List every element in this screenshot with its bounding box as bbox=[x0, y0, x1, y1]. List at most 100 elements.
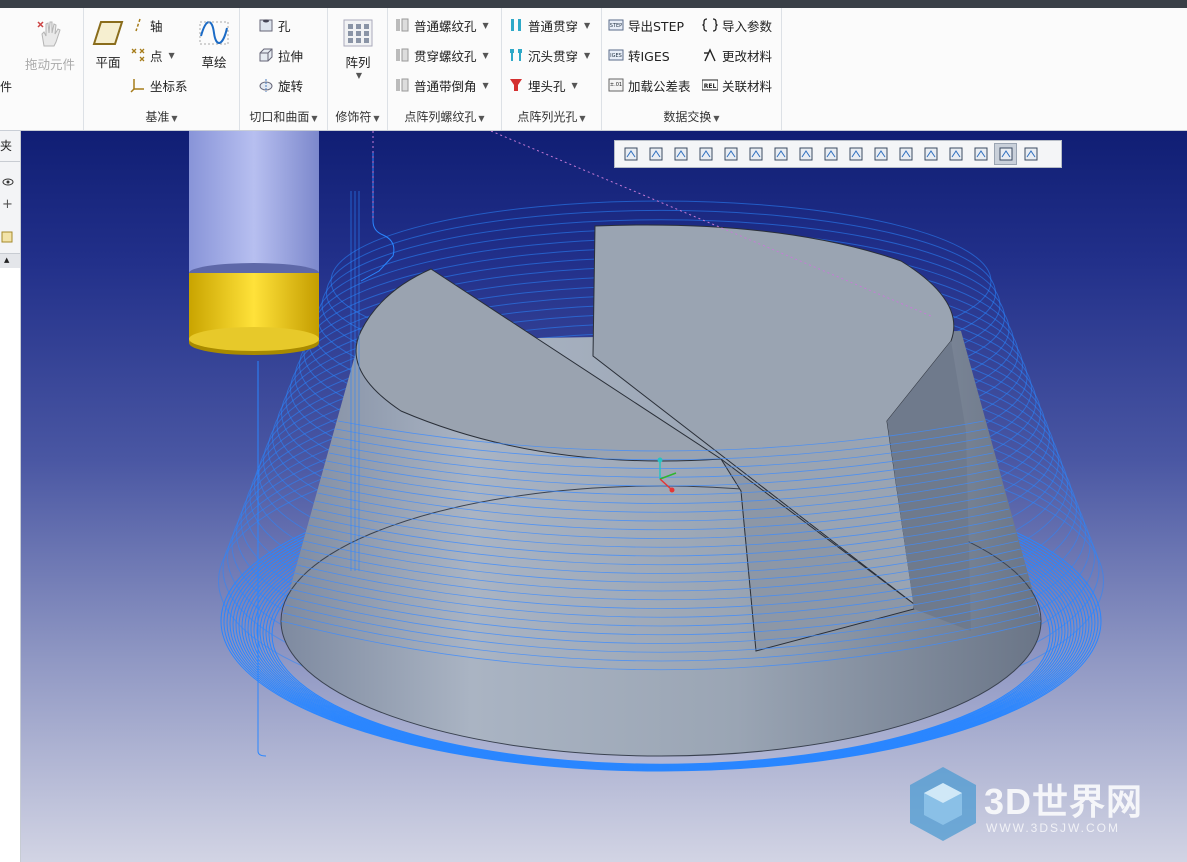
ribbon-group-data-exchange: STEP 导出STEP IGES 转IGES ±.01 加载公差表 导入参数 更改材料… bbox=[602, 8, 782, 130]
countersink-dropdown-icon[interactable]: ▼ bbox=[572, 81, 578, 90]
normal-thread-hole-label: 普通螺纹孔 bbox=[414, 18, 477, 34]
perspective-icon[interactable] bbox=[794, 143, 817, 165]
watermark: 3D世界网 WWW.3DSJW.COM bbox=[906, 765, 1176, 845]
ribbon: 件 拖动元件 平面 轴 点 ▼ 坐标系 草绘 基准 ▼ 孔 拉伸 旋转 切口和曲面 ▼… bbox=[0, 8, 1187, 131]
counterbore-through-button[interactable]: 沉头贯穿 ▼ bbox=[508, 44, 590, 66]
load-tolerance-label: 加载公差表 bbox=[628, 78, 691, 94]
chamfer-thread-hole-label: 普通带倒角 bbox=[414, 78, 477, 94]
plane-icon bbox=[92, 21, 124, 45]
data-exchange-group-title[interactable]: 数据交换 ▼ bbox=[602, 108, 781, 125]
step-icon: STEP bbox=[608, 19, 624, 31]
export-step-label: 导出STEP bbox=[628, 18, 685, 34]
shaded-icon[interactable] bbox=[719, 143, 742, 165]
param-icon bbox=[702, 18, 718, 32]
csys-display-icon[interactable] bbox=[919, 143, 942, 165]
left-cut-label: 件 bbox=[0, 80, 13, 94]
scroll-up-button[interactable]: ▲ bbox=[0, 253, 20, 269]
axis-display-icon[interactable] bbox=[869, 143, 892, 165]
link-material-label: 关联材料 bbox=[722, 78, 773, 94]
sketch-button[interactable]: 草绘 bbox=[194, 18, 234, 71]
view-manager-icon[interactable] bbox=[744, 143, 767, 165]
normal-through-button[interactable]: 普通贯穿 ▼ bbox=[508, 14, 590, 36]
repaint-icon[interactable] bbox=[694, 143, 717, 165]
toolpath-entry-line bbox=[360, 151, 395, 282]
top-menu-strip bbox=[0, 0, 1187, 8]
axis-button[interactable]: 轴 bbox=[130, 14, 163, 36]
cut-group-title[interactable]: 切口和曲面 ▼ bbox=[240, 108, 327, 125]
point-button[interactable]: 点 ▼ bbox=[130, 44, 175, 66]
counterbore-dropdown-icon[interactable]: ▼ bbox=[584, 51, 590, 60]
sidebar-tab-label[interactable]: 夹 bbox=[0, 137, 12, 154]
normal-thread-hole-button[interactable]: 普通螺纹孔 ▼ bbox=[394, 14, 489, 36]
through-thread-hole-label: 贯穿螺纹孔 bbox=[414, 48, 477, 64]
svg-text:STEP: STEP bbox=[610, 23, 622, 29]
hole-icon bbox=[259, 19, 273, 32]
pattern-button[interactable]: 阵列 ▼ bbox=[338, 18, 378, 80]
thread-group-title[interactable]: 点阵列螺纹孔 ▼ bbox=[388, 108, 501, 125]
hole-button[interactable]: 孔 bbox=[258, 14, 291, 36]
extrude-button[interactable]: 拉伸 bbox=[258, 44, 303, 66]
graphics-viewport[interactable] bbox=[21, 131, 1187, 862]
annotation-display-icon[interactable] bbox=[944, 143, 967, 165]
thread-hole-icon bbox=[396, 18, 409, 32]
point-dropdown-icon[interactable]: ▼ bbox=[169, 51, 175, 60]
pattern-dropdown-icon[interactable]: ▼ bbox=[340, 71, 378, 80]
chamfer-thread-dropdown-icon[interactable]: ▼ bbox=[483, 81, 489, 90]
part-icon[interactable] bbox=[1, 231, 13, 243]
through-thread-dropdown-icon[interactable]: ▼ bbox=[483, 51, 489, 60]
zoom-out-icon[interactable] bbox=[669, 143, 692, 165]
spin-center-icon[interactable] bbox=[969, 143, 992, 165]
csys-label: 坐标系 bbox=[150, 78, 188, 94]
countersink-icon bbox=[510, 79, 522, 91]
normal-through-dropdown-icon[interactable]: ▼ bbox=[584, 21, 590, 30]
through-hole-icon bbox=[511, 19, 521, 31]
sketch-label: 草绘 bbox=[201, 55, 227, 70]
datum-group-title[interactable]: 基准 ▼ bbox=[84, 108, 239, 125]
model-tree-sidebar: 夹 + ▲ bbox=[0, 131, 21, 862]
chamfer-hole-icon bbox=[396, 78, 409, 92]
smooth-group-title[interactable]: 点阵列光孔 ▼ bbox=[502, 108, 601, 125]
eye-icon[interactable] bbox=[2, 176, 14, 188]
csys-button[interactable]: 坐标系 bbox=[130, 74, 188, 96]
material-icon bbox=[704, 48, 716, 62]
extrude-icon bbox=[259, 48, 273, 62]
drag-component-button[interactable]: 拖动元件 bbox=[20, 18, 80, 73]
plane-button[interactable]: 平面 bbox=[88, 18, 128, 71]
point-icon bbox=[131, 48, 145, 62]
svg-text:REL: REL bbox=[704, 83, 717, 90]
tree-scroll-area[interactable] bbox=[0, 268, 20, 862]
plane-display-icon[interactable] bbox=[844, 143, 867, 165]
watermark-url: WWW.3DSJW.COM bbox=[986, 821, 1120, 835]
import-param-button[interactable]: 导入参数 bbox=[702, 14, 772, 36]
expand-icon[interactable]: + bbox=[2, 197, 13, 212]
datum-display-icon[interactable] bbox=[819, 143, 842, 165]
pattern-label: 阵列 bbox=[345, 55, 371, 70]
countersink-button[interactable]: 埋头孔 ▼ bbox=[508, 74, 578, 96]
to-iges-button[interactable]: IGES 转IGES bbox=[608, 44, 670, 66]
change-material-button[interactable]: 更改材料 bbox=[702, 44, 772, 66]
point-display-icon[interactable] bbox=[894, 143, 917, 165]
csys-icon bbox=[130, 79, 144, 93]
chamfer-thread-hole-button[interactable]: 普通带倒角 ▼ bbox=[394, 74, 489, 96]
normal-thread-dropdown-icon[interactable]: ▼ bbox=[483, 21, 489, 30]
counterbore-through-label: 沉头贯穿 bbox=[528, 48, 579, 64]
toolpath-display-icon[interactable] bbox=[994, 143, 1017, 165]
link-material-button[interactable]: REL 关联材料 bbox=[702, 74, 772, 96]
change-material-label: 更改材料 bbox=[722, 48, 773, 64]
tolerance-icon: ±.01 bbox=[608, 78, 624, 92]
zoom-in-icon[interactable] bbox=[644, 143, 667, 165]
view-toolbar bbox=[614, 140, 1062, 168]
sketch-icon bbox=[199, 21, 229, 45]
decor-group-title[interactable]: 修饰符 ▼ bbox=[328, 108, 387, 125]
through-thread-hole-button[interactable]: 贯穿螺纹孔 ▼ bbox=[394, 44, 489, 66]
zoom-fit-icon[interactable] bbox=[619, 143, 642, 165]
saved-views-icon[interactable] bbox=[769, 143, 792, 165]
export-step-button[interactable]: STEP 导出STEP bbox=[608, 14, 684, 36]
normal-through-label: 普通贯穿 bbox=[528, 18, 579, 34]
revolve-button[interactable]: 旋转 bbox=[258, 74, 303, 96]
countersink-label: 埋头孔 bbox=[528, 78, 566, 94]
extrude-label: 拉伸 bbox=[278, 48, 304, 64]
axis-label: 轴 bbox=[150, 18, 163, 34]
load-tolerance-button[interactable]: ±.01 加载公差表 bbox=[608, 74, 691, 96]
more-icon[interactable] bbox=[1019, 143, 1042, 165]
